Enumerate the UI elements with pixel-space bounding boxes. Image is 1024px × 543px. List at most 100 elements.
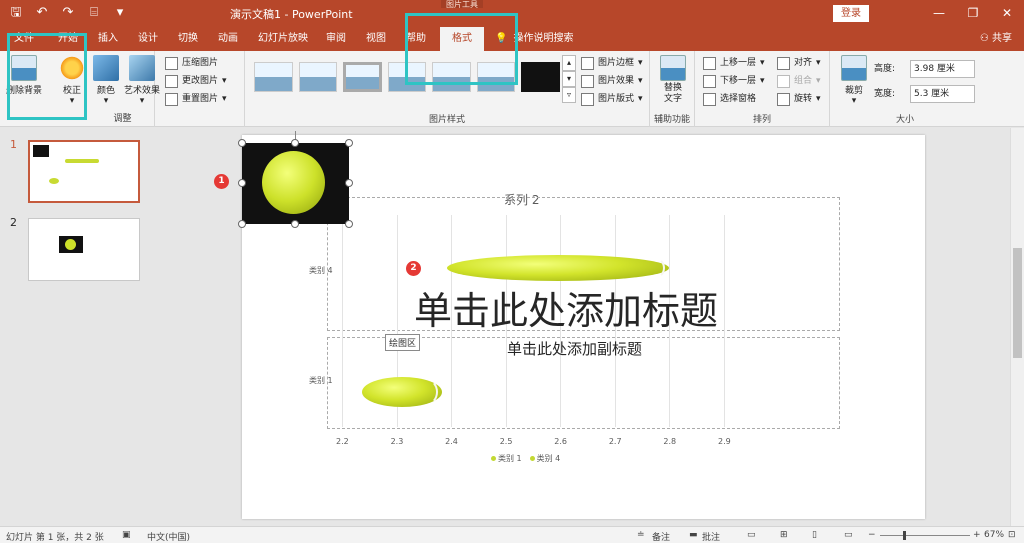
compress-icon [165,57,178,70]
undo-icon[interactable]: ↶ [34,5,50,21]
bar-2[interactable] [447,255,670,281]
fit-slide-icon[interactable]: ⊡ [1008,530,1016,540]
slide-info: 幻灯片 第 1 张，共 2 张 [6,533,104,543]
resize-handle[interactable] [291,139,299,147]
zoom-slider[interactable] [880,535,970,536]
tab-view[interactable]: 视图 [360,27,392,51]
restore-button[interactable]: ❐ [956,0,990,27]
slide-thumbnails-panel: 1 2 [0,128,155,526]
y-category-label: 类别 1 [309,376,333,385]
reset-picture-button[interactable]: 重置图片 ▾ [165,91,227,108]
group-icon [777,75,790,88]
gallery-more-icon[interactable]: ▿ [562,87,576,103]
dropdown-arrow-icon: ▾ [816,94,821,104]
crop-button[interactable]: 裁剪 ▾ [836,55,872,106]
tab-slideshow[interactable]: 幻灯片放映 [252,27,314,51]
artistic-effects-icon [129,55,155,81]
share-label: 共享 [992,33,1012,44]
language-indicator[interactable]: 中文(中国) [147,530,190,543]
picture-style-1[interactable] [254,62,293,92]
gallery-up-icon[interactable]: ▴ [562,55,576,71]
y-category-label: 类别 4 [309,266,333,275]
notes-button[interactable]: 备注 [652,530,670,543]
tab-animations[interactable]: 动画 [212,27,244,51]
picture-effects-button[interactable]: 图片效果 ▾ [581,73,643,90]
slide-sorter-icon[interactable]: ⊞ [780,530,788,540]
title-placeholder[interactable]: 单击此处添加标题 [414,280,718,335]
align-button[interactable]: 对齐 ▾ [777,55,821,72]
dropdown-arrow-icon: ▾ [638,76,643,86]
gallery-scroll: ▴ ▾ ▿ [562,55,576,103]
save-icon[interactable]: 🖫 [8,5,24,21]
picture-tools-label: 图片工具 [441,0,483,9]
login-button[interactable]: 登录 [833,5,869,22]
group-arrange: 上移一层 ▾ 下移一层 ▾ 选择窗格 对齐 ▾ 组合 ▾ 旋转 ▾ 排列 [695,51,830,127]
alt-text-button[interactable]: 替换 文字 [655,55,691,105]
selected-picture[interactable] [242,143,349,224]
color-button[interactable]: 颜色 ▾ [88,55,124,106]
customize-qat-icon[interactable]: ▾ [112,5,128,21]
picture-style-7[interactable] [521,62,560,92]
group-objects-button[interactable]: 组合 ▾ [777,73,821,90]
width-input[interactable]: 5.3 厘米 [910,85,975,103]
slide-number: 2 [10,216,17,229]
tab-insert[interactable]: 插入 [92,27,124,51]
normal-view-icon[interactable]: ▭ [747,530,756,540]
group-accessibility: 替换 文字 辅助功能 [650,51,695,127]
send-backward-button[interactable]: 下移一层 ▾ [703,73,765,90]
notes-icon: ≐ [637,530,645,540]
comments-button[interactable]: 批注 [702,530,720,543]
legend-marker-icon [491,456,496,461]
resize-handle[interactable] [345,220,353,228]
x-tick-label: 2.5 [499,437,513,446]
present-icon[interactable]: ⌸ [86,5,102,21]
vertical-scrollbar[interactable] [1010,128,1024,526]
search-label: 操作说明搜索 [513,33,574,44]
thumb-bar [49,178,59,184]
change-picture-button[interactable]: 更改图片 ▾ [165,73,227,90]
zoom-in-button[interactable]: + [973,530,981,540]
spelling-icon[interactable]: ▣ [122,530,131,540]
slideshow-view-icon[interactable]: ▭ [844,530,853,540]
rotate-button[interactable]: 旋转 ▾ [777,91,821,108]
resize-handle[interactable] [238,139,246,147]
height-input[interactable]: 3.98 厘米 [910,60,975,78]
bring-forward-button[interactable]: 上移一层 ▾ [703,55,765,72]
dropdown-arrow-icon: ▾ [222,94,227,104]
reading-view-icon[interactable]: ▯ [812,530,817,540]
zoom-slider-knob[interactable] [903,531,906,540]
zoom-out-button[interactable]: − [868,530,876,540]
tab-transitions[interactable]: 切换 [172,27,204,51]
x-tick-label: 2.3 [390,437,404,446]
redo-icon[interactable]: ↷ [60,5,76,21]
picture-border-button[interactable]: 图片边框 ▾ [581,55,643,72]
picture-style-3[interactable] [343,62,382,92]
compress-pictures-button[interactable]: 压缩图片 [165,55,218,72]
subtitle-placeholder[interactable]: 单击此处添加副标题 [507,338,642,359]
tab-review[interactable]: 审阅 [320,27,352,51]
scrollbar-thumb[interactable] [1013,248,1022,358]
resize-handle[interactable] [238,220,246,228]
minimize-button[interactable]: — [922,0,956,27]
group-label-arrange: 排列 [752,115,771,125]
close-button[interactable]: ✕ [990,0,1024,27]
tab-design[interactable]: 设计 [132,27,164,51]
bar-1[interactable] [362,377,443,407]
annotation-badge-1: 1 [214,174,229,189]
zoom-level[interactable]: 67% [984,530,1004,540]
picture-style-2[interactable] [298,62,338,92]
resize-handle[interactable] [345,139,353,147]
picture-layout-button[interactable]: 图片版式 ▾ [581,91,643,108]
gallery-down-icon[interactable]: ▾ [562,71,576,87]
resize-handle[interactable] [238,179,246,187]
gridline [342,215,343,427]
resize-handle[interactable] [345,179,353,187]
slide-thumbnail-2[interactable] [28,218,140,281]
person-icon: ⚇ [979,33,989,44]
resize-handle[interactable] [291,220,299,228]
group-label-size: 大小 [895,115,914,125]
slide-thumbnail-1[interactable] [28,140,140,203]
share-button[interactable]: ⚇ 共享 [980,27,1012,51]
bring-forward-icon [703,57,716,70]
selection-pane-button[interactable]: 选择窗格 [703,91,756,108]
